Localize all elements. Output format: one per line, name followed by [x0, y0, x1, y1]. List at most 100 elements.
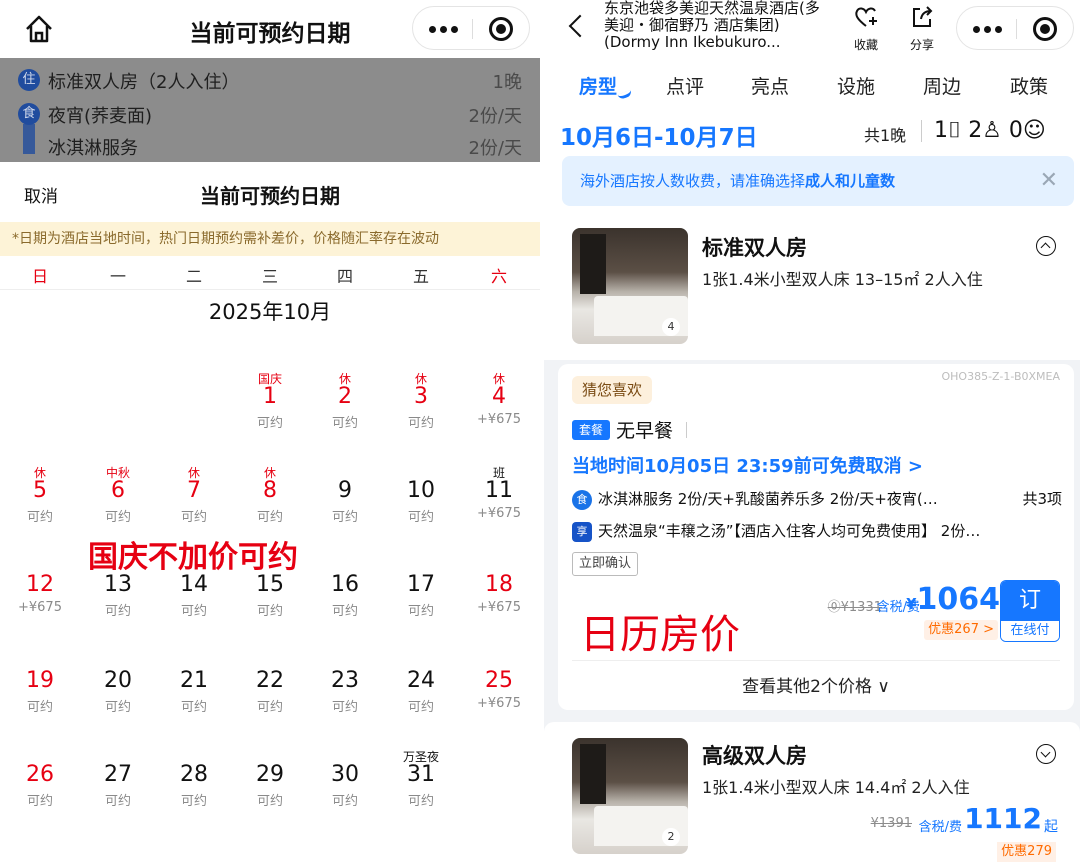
calendar-day[interactable]: 休 2 可约 [307, 372, 383, 432]
discount-tag[interactable]: 优惠279 [997, 842, 1056, 862]
calendar-day[interactable]: 休 7 可约 [156, 466, 232, 526]
calendar-day[interactable]: 9 可约 [307, 466, 383, 526]
calendar-day[interactable]: 22 可约 [232, 656, 308, 716]
day-number: 16 [331, 572, 359, 597]
day-number: 18 [485, 572, 513, 597]
calendar-day[interactable]: 27 可约 [80, 750, 156, 810]
day-number: 10 [407, 478, 435, 503]
discount-tag[interactable]: 优惠267 > [924, 620, 998, 640]
day-status: 可约 [26, 700, 53, 715]
day-status: 可约 [256, 794, 283, 809]
day-status: 可约 [407, 416, 434, 431]
calendar-day[interactable]: 17 可约 [383, 560, 459, 620]
day-number: 4 [492, 384, 506, 409]
dimmed-background: 住 标准双人房（2人入住） 1晚 食 夜宵(荞麦面) 2份/天 冰淇淋服务 2份… [0, 58, 540, 162]
sheet-title: 当前可预约日期 [200, 184, 340, 208]
calendar-day[interactable]: 26 可约 [2, 750, 78, 810]
tab-bar: 房型 点评 亮点 设施 周边 政策 [544, 56, 1080, 106]
room-card[interactable]: 4 标准双人房 1张1.4米小型双人床 13–15㎡ 2人入住 [544, 214, 1080, 360]
more-icon[interactable] [429, 26, 459, 34]
hotel-title: 东京池袋多美迎天然温泉酒店(多美迎・御宿野乃 酒店集团)(Dormy Inn I… [604, 0, 820, 51]
tab-facilities[interactable]: 设施 [826, 72, 886, 99]
hotel-panel: 东京池袋多美迎天然温泉酒店(多美迎・御宿野乃 酒店集团)(Dormy Inn I… [544, 0, 1080, 864]
day-number: 6 [111, 478, 125, 503]
day-status: 可约 [26, 510, 53, 525]
room-photo[interactable]: 4 [572, 228, 688, 344]
nights-count: 共1晚 [864, 126, 907, 145]
calendar-day[interactable]: 中秋 6 可约 [80, 466, 156, 526]
calendar-day[interactable]: 25 +¥675 [461, 656, 537, 716]
dimmed-item: 食 夜宵(荞麦面) 2份/天 [18, 100, 522, 130]
day-status: 可约 [256, 416, 283, 431]
day-status: 可约 [104, 794, 131, 809]
calendar-day[interactable]: 30 可约 [307, 750, 383, 810]
day-status: +¥675 [477, 412, 521, 427]
calendar-day[interactable]: 29 可约 [232, 750, 308, 810]
calendar-day[interactable]: 24 可约 [383, 656, 459, 716]
weekday-row: 日 一 二 三 四 五 六 [0, 256, 540, 290]
calendar-day[interactable]: 国庆 1 可约 [232, 372, 308, 432]
weekday-label: 三 [261, 267, 278, 286]
day-number: 29 [256, 762, 284, 787]
perk-item[interactable]: 食冰淇淋服务 2份/天+乳酸菌养乐多 2份/天+夜宵(… 共3项 [572, 488, 1062, 510]
day-number: 31 [407, 762, 435, 787]
calendar-day[interactable]: 28 可约 [156, 750, 232, 810]
calendar-day[interactable]: 休 3 可约 [383, 372, 459, 432]
calendar-day[interactable]: 休 5 可约 [2, 466, 78, 526]
day-status: 可约 [180, 510, 207, 525]
calendar-day[interactable]: 休 4 +¥675 [461, 372, 537, 432]
calendar-day[interactable]: 23 可约 [307, 656, 383, 716]
day-number: 22 [256, 668, 284, 693]
calendar-day[interactable]: 19 可约 [2, 656, 78, 716]
calendar-day[interactable]: 18 +¥675 [461, 560, 537, 620]
perk-icon: 享 [572, 522, 592, 542]
calendar-day[interactable]: 12 +¥675 [2, 560, 78, 620]
back-icon[interactable] [568, 14, 592, 38]
calendar-day[interactable]: 10 可约 [383, 466, 459, 526]
collapse-icon[interactable] [1036, 236, 1056, 256]
day-status: 可约 [180, 604, 207, 619]
more-prices-button[interactable]: 查看其他2个价格 ∨ [558, 672, 1074, 697]
tab-nearby[interactable]: 周边 [912, 72, 972, 99]
day-number: 27 [104, 762, 132, 787]
guest-selector[interactable]: 1⌷ 2♙ 0☺ [934, 118, 1046, 143]
day-status: 可约 [104, 700, 131, 715]
overlay-annotation: 国庆不加价可约 [88, 540, 298, 575]
day-number: 23 [331, 668, 359, 693]
room-photo[interactable]: 2 [572, 738, 688, 854]
miniprogram-capsule [956, 6, 1074, 50]
perk-item[interactable]: 享天然温泉“丰穣之汤”【酒店入住客人均可免费使用】 2份… [572, 520, 1062, 542]
cancellation-policy[interactable]: 当地时间10月05日 23:59前可免费取消 > [572, 452, 923, 478]
tab-highlights[interactable]: 亮点 [740, 72, 800, 99]
close-miniprogram-icon[interactable] [489, 17, 513, 41]
offer-card[interactable]: OHO385-Z-1-B0XMEA 猜您喜欢 套餐 无早餐 当地时间10月05日… [558, 364, 1074, 710]
close-miniprogram-icon[interactable] [1033, 17, 1057, 41]
calendar-day[interactable]: 班 11 +¥675 [461, 466, 537, 526]
day-status: +¥675 [477, 696, 521, 711]
day-number: 8 [263, 478, 277, 503]
tab-reviews[interactable]: 点评 [655, 72, 715, 99]
price: 1112 [964, 802, 1042, 835]
tax-label: 含税/费 [918, 820, 962, 835]
day-number: 1 [263, 384, 277, 409]
day-status: +¥675 [18, 600, 62, 615]
room-name: 标准双人房 [702, 236, 807, 260]
share-button[interactable]: 分享 [902, 4, 942, 52]
calendar-day[interactable]: 20 可约 [80, 656, 156, 716]
day-status: 可约 [331, 510, 358, 525]
book-button[interactable]: 订 在线付 [1000, 580, 1060, 642]
calendar-day[interactable]: 休 8 可约 [232, 466, 308, 526]
instant-confirm-tag: 立即确认 [572, 552, 639, 576]
favorite-button[interactable]: 收藏 [846, 4, 886, 52]
day-number: 17 [407, 572, 435, 597]
calendar-day[interactable]: 21 可约 [156, 656, 232, 716]
close-icon[interactable]: ✕ [1040, 156, 1058, 206]
calendar-day[interactable]: 万圣夜 31 可约 [383, 750, 459, 810]
more-icon[interactable] [973, 26, 1003, 34]
calendar-day[interactable]: 16 可约 [307, 560, 383, 620]
date-range[interactable]: 10月6日-10月7日 [560, 118, 758, 152]
tab-policy[interactable]: 政策 [999, 72, 1059, 99]
day-status: 可约 [256, 700, 283, 715]
room-card[interactable]: 2 高级双人房 1张1.4米小型双人床 14.4㎡ 2人入住 ¥1391 含税/… [544, 722, 1080, 864]
expand-icon[interactable] [1036, 744, 1056, 764]
